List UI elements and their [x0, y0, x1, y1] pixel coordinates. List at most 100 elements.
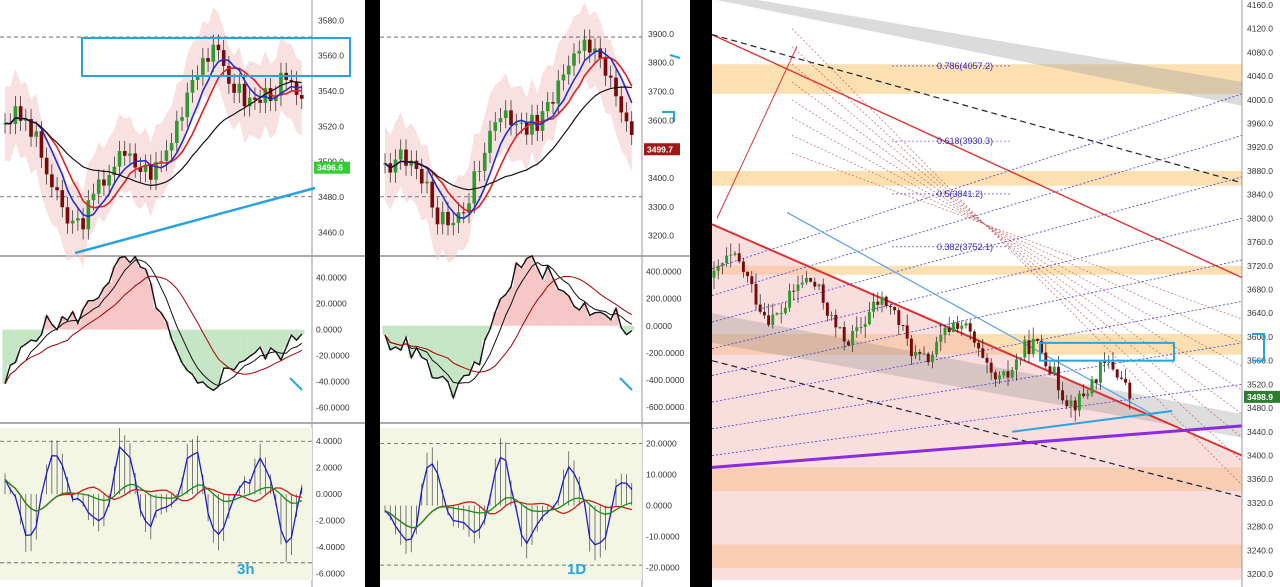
candle-body [1103, 361, 1107, 364]
candle-body [733, 253, 737, 255]
candle-body [842, 327, 846, 342]
osc-histogram-bar [382, 325, 388, 335]
candle-body [55, 187, 59, 191]
candle-body [796, 284, 800, 292]
chart-long[interactable]: 0.786(4057.2) 0.618(3930.3) 0.5(3841.2) 0.3… [712, 0, 1280, 587]
candle-body [771, 314, 775, 325]
candle-body [34, 131, 39, 137]
osc2-tick-label: -10.0000 [646, 532, 680, 542]
candle-body [741, 261, 745, 272]
candle-body [725, 255, 729, 264]
candle-body [788, 290, 792, 308]
candle-body [884, 296, 888, 306]
candle-body [164, 150, 169, 161]
candle-body [792, 290, 796, 292]
candle-body [566, 65, 571, 75]
osc-histogram-bar [440, 325, 446, 377]
osc-histogram-bar [592, 312, 598, 326]
osc-histogram-bar [137, 267, 143, 330]
candle-body [96, 179, 101, 194]
candle-body [446, 211, 450, 226]
osc-histogram-bar [560, 291, 567, 326]
candle-body [76, 218, 80, 221]
candle-body [509, 110, 513, 126]
candle-body [60, 190, 65, 208]
price-tick-label: 3580.0 [318, 15, 344, 25]
price-tick-label: 3720.0 [1247, 261, 1273, 271]
candle-body [582, 39, 587, 51]
candle-body [216, 44, 221, 51]
osc-histogram-bar [226, 329, 232, 369]
candle-body [846, 341, 850, 346]
osc-histogram-bar [455, 325, 462, 383]
osc1-tick-label: 40.0000 [316, 273, 347, 283]
osc-histogram-bar [184, 329, 190, 371]
candle-body [237, 83, 242, 93]
osc-histogram-bar [247, 329, 253, 357]
candle-body [935, 341, 939, 355]
candle-body [872, 301, 876, 312]
price-tick-label: 3900.0 [648, 29, 674, 39]
candle-body [206, 58, 210, 62]
price-tick-label: 3400.0 [1247, 451, 1273, 461]
candle-body [1119, 377, 1123, 379]
chart-3h[interactable]: 3580.0 3560.0 3540.0 3520.0 3500.0 3480.0 3460… [0, 0, 365, 587]
osc2-tick-label: 10.0000 [646, 470, 677, 480]
timeframe-label: 1D [567, 561, 586, 578]
chart-long-canvas[interactable]: 0.786(4057.2) 0.618(3930.3) 0.5(3841.2) 0.3… [712, 0, 1280, 587]
timeframe-label: 3h [237, 561, 255, 578]
candle-body [830, 314, 834, 316]
candle-body [1098, 361, 1102, 383]
candle-body [190, 79, 195, 93]
candle-body [117, 151, 122, 167]
osc-histogram-bar [518, 267, 525, 326]
candle-body [712, 270, 716, 278]
candle-body [914, 351, 918, 357]
candle-body [39, 131, 44, 158]
candle-body [964, 323, 968, 326]
chart-3h-canvas[interactable]: 3580.03560.03540.03520.03500.03480.03460… [0, 0, 365, 587]
price-tick-label: 4040.0 [1247, 71, 1273, 81]
osc-histogram-bar [267, 329, 274, 348]
osc2-tick-label: -20.0000 [646, 563, 680, 573]
price-tick-label: 3400.0 [648, 173, 674, 183]
candle-body [775, 313, 779, 315]
candle-body [603, 58, 608, 76]
candle-body [451, 222, 456, 226]
candle-body [1065, 400, 1069, 407]
osc-histogram-bar [273, 329, 279, 352]
candle-body [1128, 382, 1132, 399]
candle-body [50, 174, 54, 188]
fib-label: 0.382(3752.1) [937, 242, 993, 252]
osc1-tick-label: -600.0000 [646, 402, 685, 412]
osc-histogram-bar [534, 267, 540, 326]
osc2-tick-label: 20.0000 [646, 439, 677, 449]
osc-histogram-bar [597, 312, 603, 326]
osc1-tick-label: 0.0000 [646, 321, 672, 331]
price-tick-label: 4120.0 [1247, 24, 1273, 34]
candle-body [981, 348, 985, 358]
osc-histogram-bar [299, 329, 305, 335]
chart-1d[interactable]: 3900.03800.03700.03600.03500.03400.03300… [380, 0, 690, 587]
candle-body [930, 354, 934, 363]
candle-body [1031, 338, 1035, 354]
candle-body [122, 151, 127, 156]
price-tick-label: 3960.0 [1247, 119, 1273, 129]
candle-body [993, 372, 997, 380]
osc-histogram-bar [413, 325, 420, 348]
candle-body [943, 328, 947, 336]
candle-body [800, 282, 804, 285]
candle-body [1082, 393, 1086, 397]
candle-body [169, 143, 174, 151]
chart-1d-canvas[interactable]: 3900.03800.03700.03600.03500.03400.03300… [380, 0, 690, 587]
candle-body [838, 327, 842, 329]
osc-histogram-bar [555, 289, 561, 326]
candle-body [901, 324, 905, 326]
osc-histogram-bar [629, 325, 635, 331]
candle-body [561, 74, 566, 81]
osc-histogram-bar [545, 266, 551, 326]
candle-body [947, 328, 951, 333]
candle-body [258, 99, 262, 103]
price-tick-label: 4000.0 [1247, 95, 1273, 105]
candle-body [972, 331, 976, 343]
